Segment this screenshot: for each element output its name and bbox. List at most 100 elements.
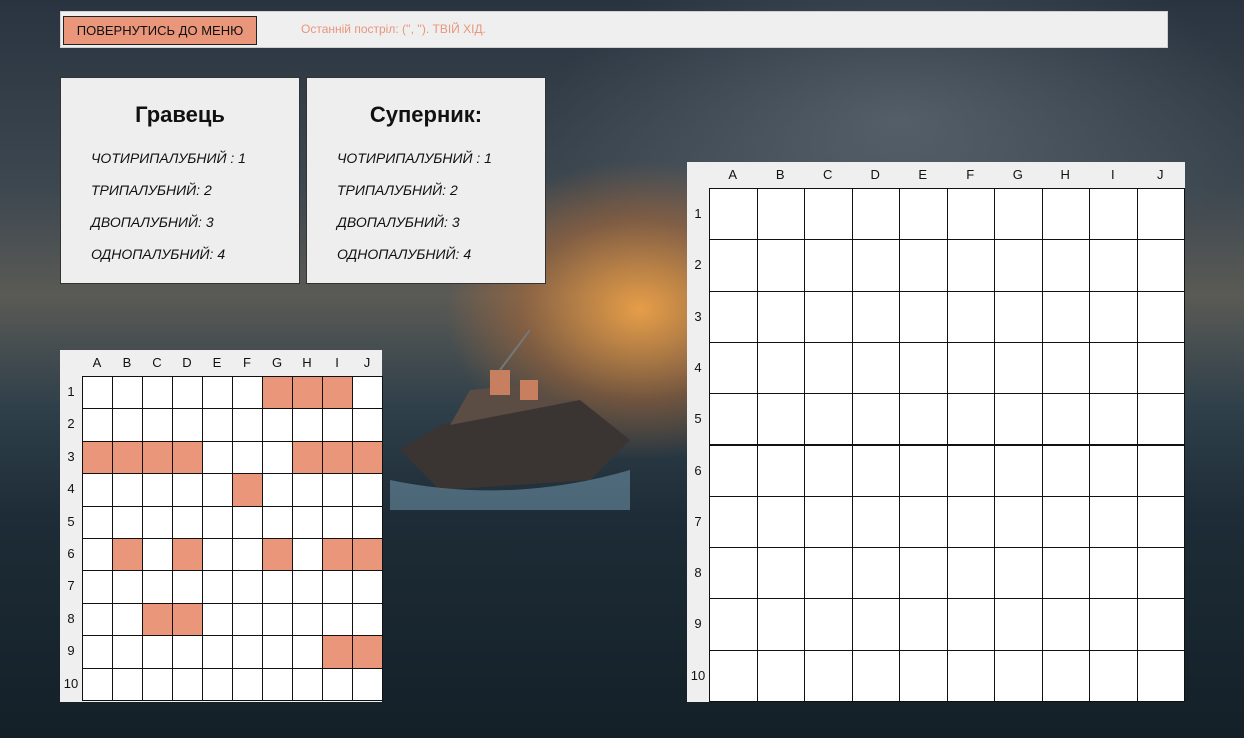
opponent-cell-a3[interactable] bbox=[709, 290, 758, 343]
opponent-cell-b5[interactable] bbox=[756, 393, 805, 446]
opponent-cell-c8[interactable] bbox=[804, 547, 853, 600]
opponent-cell-j1[interactable] bbox=[1136, 188, 1185, 241]
opponent-cell-b9[interactable] bbox=[756, 598, 805, 651]
opponent-cell-g5[interactable] bbox=[994, 393, 1043, 446]
opponent-cell-g4[interactable] bbox=[994, 341, 1043, 395]
opponent-cell-d6[interactable] bbox=[851, 444, 900, 497]
opponent-cell-g8[interactable] bbox=[994, 547, 1043, 600]
opponent-cell-c6[interactable] bbox=[804, 444, 853, 497]
opponent-cell-i5[interactable] bbox=[1089, 393, 1138, 446]
opponent-cell-j9[interactable] bbox=[1136, 598, 1185, 651]
opponent-cell-h5[interactable] bbox=[1041, 393, 1090, 446]
opponent-cell-j2[interactable] bbox=[1136, 239, 1185, 292]
opponent-cell-a5[interactable] bbox=[709, 393, 758, 446]
opponent-cell-g7[interactable] bbox=[994, 495, 1043, 549]
opponent-cell-d5[interactable] bbox=[851, 393, 900, 446]
opponent-cell-e6[interactable] bbox=[899, 444, 948, 497]
opponent-cell-h6[interactable] bbox=[1041, 444, 1090, 497]
opponent-cell-i6[interactable] bbox=[1089, 444, 1138, 497]
opponent-cell-e3[interactable] bbox=[899, 290, 948, 343]
opponent-cell-e2[interactable] bbox=[899, 239, 948, 292]
opponent-cell-e10[interactable] bbox=[899, 649, 948, 702]
opponent-cell-j5[interactable] bbox=[1136, 393, 1185, 446]
opponent-cell-b4[interactable] bbox=[756, 341, 805, 395]
opponent-cell-f9[interactable] bbox=[946, 598, 995, 651]
opponent-cell-d2[interactable] bbox=[851, 239, 900, 292]
opponent-cell-c9[interactable] bbox=[804, 598, 853, 651]
opponent-cell-i2[interactable] bbox=[1089, 239, 1138, 292]
opponent-cell-i10[interactable] bbox=[1089, 649, 1138, 702]
opponent-cell-i4[interactable] bbox=[1089, 341, 1138, 395]
opponent-cell-i7[interactable] bbox=[1089, 495, 1138, 549]
opponent-cell-d8[interactable] bbox=[851, 547, 900, 600]
opponent-cell-c3[interactable] bbox=[804, 290, 853, 343]
opponent-cell-c4[interactable] bbox=[804, 341, 853, 395]
opponent-cell-e5[interactable] bbox=[899, 393, 948, 446]
opponent-cell-f3[interactable] bbox=[946, 290, 995, 343]
opponent-cell-c7[interactable] bbox=[804, 495, 853, 549]
opponent-cell-f10[interactable] bbox=[946, 649, 995, 702]
opponent-cell-b6[interactable] bbox=[756, 444, 805, 497]
opponent-cell-d3[interactable] bbox=[851, 290, 900, 343]
opponent-cell-f1[interactable] bbox=[946, 188, 995, 241]
opponent-cell-a6[interactable] bbox=[709, 444, 758, 497]
opponent-cell-b8[interactable] bbox=[756, 547, 805, 600]
opponent-cell-b3[interactable] bbox=[756, 290, 805, 343]
opponent-cell-i3[interactable] bbox=[1089, 290, 1138, 343]
opponent-cell-b2[interactable] bbox=[756, 239, 805, 292]
opponent-cell-a10[interactable] bbox=[709, 649, 758, 702]
opponent-cell-c2[interactable] bbox=[804, 239, 853, 292]
opponent-cell-e9[interactable] bbox=[899, 598, 948, 651]
opponent-cell-c5[interactable] bbox=[804, 393, 853, 446]
opponent-cell-f2[interactable] bbox=[946, 239, 995, 292]
opponent-cell-h8[interactable] bbox=[1041, 547, 1090, 600]
opponent-cell-f8[interactable] bbox=[946, 547, 995, 600]
opponent-cell-i1[interactable] bbox=[1089, 188, 1138, 241]
opponent-cell-h7[interactable] bbox=[1041, 495, 1090, 549]
opponent-cell-d4[interactable] bbox=[851, 341, 900, 395]
opponent-cell-e1[interactable] bbox=[899, 188, 948, 241]
opponent-cell-g9[interactable] bbox=[994, 598, 1043, 651]
opponent-cell-a2[interactable] bbox=[709, 239, 758, 292]
opponent-cell-b1[interactable] bbox=[756, 188, 805, 241]
opponent-cell-h4[interactable] bbox=[1041, 341, 1090, 395]
opponent-cell-h3[interactable] bbox=[1041, 290, 1090, 343]
opponent-cell-i8[interactable] bbox=[1089, 547, 1138, 600]
opponent-cell-f5[interactable] bbox=[946, 393, 995, 446]
opponent-cell-f6[interactable] bbox=[946, 444, 995, 497]
opponent-cell-e8[interactable] bbox=[899, 547, 948, 600]
opponent-cell-a4[interactable] bbox=[709, 341, 758, 395]
opponent-cell-d10[interactable] bbox=[851, 649, 900, 702]
opponent-cell-h1[interactable] bbox=[1041, 188, 1090, 241]
opponent-cell-j6[interactable] bbox=[1136, 444, 1185, 497]
opponent-cell-a7[interactable] bbox=[709, 495, 758, 549]
opponent-cell-h2[interactable] bbox=[1041, 239, 1090, 292]
opponent-cell-i9[interactable] bbox=[1089, 598, 1138, 651]
opponent-cell-d7[interactable] bbox=[851, 495, 900, 549]
opponent-cell-j3[interactable] bbox=[1136, 290, 1185, 343]
opponent-cell-a8[interactable] bbox=[709, 547, 758, 600]
opponent-cell-a1[interactable] bbox=[709, 188, 758, 241]
opponent-cell-j4[interactable] bbox=[1136, 341, 1185, 395]
opponent-cell-d9[interactable] bbox=[851, 598, 900, 651]
opponent-cell-j8[interactable] bbox=[1136, 547, 1185, 600]
opponent-cell-j7[interactable] bbox=[1136, 495, 1185, 549]
opponent-cell-b10[interactable] bbox=[756, 649, 805, 702]
opponent-cell-g2[interactable] bbox=[994, 239, 1043, 292]
opponent-cell-h9[interactable] bbox=[1041, 598, 1090, 651]
opponent-cell-g1[interactable] bbox=[994, 188, 1043, 241]
opponent-cell-c10[interactable] bbox=[804, 649, 853, 702]
opponent-cell-e7[interactable] bbox=[899, 495, 948, 549]
opponent-cell-h10[interactable] bbox=[1041, 649, 1090, 702]
opponent-cell-a9[interactable] bbox=[709, 598, 758, 651]
opponent-cell-f7[interactable] bbox=[946, 495, 995, 549]
opponent-cell-g10[interactable] bbox=[994, 649, 1043, 702]
opponent-cell-f4[interactable] bbox=[946, 341, 995, 395]
opponent-cell-c1[interactable] bbox=[804, 188, 853, 241]
opponent-cell-b7[interactable] bbox=[756, 495, 805, 549]
back-to-menu-button[interactable]: ПОВЕРНУТИСЬ ДО МЕНЮ bbox=[63, 16, 257, 45]
opponent-cell-e4[interactable] bbox=[899, 341, 948, 395]
opponent-cell-d1[interactable] bbox=[851, 188, 900, 241]
opponent-cell-j10[interactable] bbox=[1136, 649, 1185, 702]
opponent-cell-g3[interactable] bbox=[994, 290, 1043, 343]
